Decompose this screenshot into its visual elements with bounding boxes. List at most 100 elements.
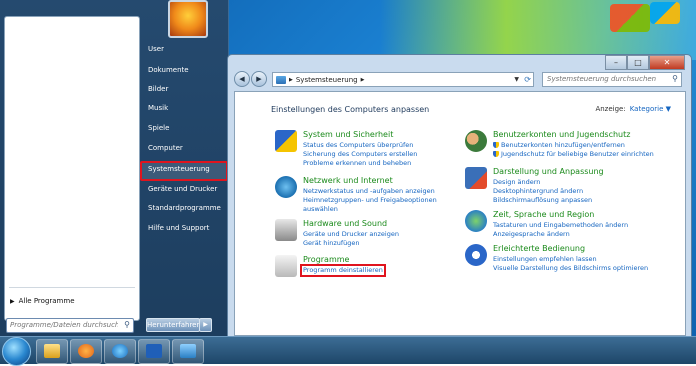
category-link[interactable]: Anzeigesprache ändern: [493, 230, 628, 239]
start-item-music[interactable]: Musik: [148, 104, 168, 112]
start-search-box[interactable]: ⚲: [6, 318, 134, 333]
close-button[interactable]: ✕: [649, 55, 685, 70]
media-player-icon: [78, 344, 94, 358]
control-panel-content: Einstellungen des Computers anpassen Anz…: [234, 91, 686, 336]
category-appearance: Darstellung und Anpassung Design ändern …: [465, 167, 604, 205]
category-title[interactable]: System und Sicherheit: [303, 130, 417, 139]
uninstall-program-wrap: Programm deinstallieren: [300, 264, 386, 277]
minimize-button[interactable]: –: [605, 55, 627, 70]
windows-flag-logo: [650, 2, 680, 24]
internet-explorer-icon: [112, 344, 128, 358]
category-link[interactable]: Probleme erkennen und beheben: [303, 159, 417, 168]
category-network-internet: Netzwerk und Internet Netzwerkstatus und…: [275, 176, 437, 214]
breadcrumb[interactable]: Systemsteuerung: [296, 76, 358, 84]
forward-button[interactable]: ▶: [251, 71, 267, 87]
control-panel-icon: [180, 344, 196, 358]
start-item-pictures[interactable]: Bilder: [148, 85, 168, 93]
category-title[interactable]: Netzwerk und Internet: [303, 176, 437, 185]
users-icon: [465, 130, 487, 152]
category-link[interactable]: Benutzerkonten hinzufügen/entfernen: [493, 141, 654, 150]
taskbar-word[interactable]: [138, 339, 170, 364]
window-search-input[interactable]: [543, 73, 667, 85]
category-link[interactable]: Einstellungen empfehlen lassen: [493, 255, 648, 264]
start-item-documents[interactable]: Dokumente: [148, 66, 189, 74]
view-by: Anzeige: Kategorie ▼: [595, 105, 671, 113]
window-search-box[interactable]: ⚲: [542, 72, 682, 87]
view-label: Anzeige:: [595, 105, 626, 113]
window-controls: – □ ✕: [605, 55, 685, 70]
uac-shield-icon: [493, 142, 499, 148]
word-icon: [146, 344, 162, 358]
start-item-control-panel[interactable]: Systemsteuerung: [148, 165, 210, 173]
category-title[interactable]: Zeit, Sprache und Region: [493, 210, 628, 219]
category-link[interactable]: Visuelle Darstellung des Bildschirms opt…: [493, 264, 648, 273]
arrow-right-icon: ▶: [10, 298, 15, 305]
category-link-label: Benutzerkonten hinzufügen/entfernen: [501, 141, 625, 149]
category-title[interactable]: Darstellung und Anpassung: [493, 167, 604, 176]
view-dropdown[interactable]: Kategorie ▼: [630, 105, 671, 113]
category-link[interactable]: Gerät hinzufügen: [303, 239, 399, 248]
uac-shield-icon: [493, 151, 499, 157]
category-link[interactable]: Heimnetzgruppen- und Freigabeoptionen: [303, 196, 437, 205]
uninstall-highlight: [300, 264, 386, 277]
category-title[interactable]: Erleichterte Bedienung: [493, 244, 648, 253]
category-link[interactable]: Desktophintergrund ändern: [493, 187, 604, 196]
all-programs-label: Alle Programme: [18, 297, 75, 305]
taskbar-explorer[interactable]: [36, 339, 68, 364]
taskbar-media-player[interactable]: [70, 339, 102, 364]
user-avatar[interactable]: [168, 0, 208, 38]
category-link[interactable]: Geräte und Drucker anzeigen: [303, 230, 399, 239]
taskbar-ie[interactable]: [104, 339, 136, 364]
shutdown-button[interactable]: Herunterfahren: [146, 318, 201, 332]
category-link[interactable]: Status des Computers überprüfen: [303, 141, 417, 150]
category-title[interactable]: Benutzerkonten und Jugendschutz: [493, 130, 654, 139]
start-item-user[interactable]: User: [148, 45, 164, 53]
search-icon[interactable]: ⚲: [124, 320, 130, 329]
programs-icon: [275, 255, 297, 277]
category-user-accounts: Benutzerkonten und Jugendschutz Benutzer…: [465, 130, 654, 159]
back-button[interactable]: ◀: [234, 71, 250, 87]
category-programs: Programme Programm deinstallieren: [275, 255, 386, 277]
category-link[interactable]: Sicherung des Computers erstellen: [303, 150, 417, 159]
globe-network-icon: [275, 176, 297, 198]
start-item-help-support[interactable]: Hilfe und Support: [148, 224, 209, 232]
taskbar-control-panel[interactable]: [172, 339, 204, 364]
category-link[interactable]: auswählen: [303, 205, 437, 214]
category-link[interactable]: Tastaturen und Eingabemethoden ändern: [493, 221, 628, 230]
start-menu: ▶Alle Programme ⚲ User Dokumente Bilder …: [0, 0, 229, 336]
category-hardware-sound: Hardware und Sound Geräte und Drucker an…: [275, 219, 399, 248]
category-clock-region: Zeit, Sprache und Region Tastaturen und …: [465, 210, 628, 239]
nav-buttons: ◀ ▶: [234, 71, 268, 87]
category-system-security: System und Sicherheit Status des Compute…: [275, 130, 417, 168]
start-programs-pane: [4, 16, 140, 321]
start-item-computer[interactable]: Computer: [148, 144, 183, 152]
chevron-down-icon[interactable]: ▼: [514, 73, 519, 86]
refresh-icon[interactable]: ⟳: [524, 73, 531, 86]
category-link[interactable]: Design ändern: [493, 178, 604, 187]
category-link[interactable]: Netzwerkstatus und -aufgaben anzeigen: [303, 187, 437, 196]
start-search-input[interactable]: [7, 319, 118, 331]
address-bar[interactable]: ▶ Systemsteuerung ▶ ▼ ⟳: [272, 72, 534, 87]
start-button[interactable]: [2, 337, 31, 366]
printer-icon: [275, 219, 297, 241]
shutdown-options-button[interactable]: ▶: [199, 318, 212, 332]
start-item-default-programs[interactable]: Standardprogramme: [148, 204, 221, 212]
category-title[interactable]: Hardware und Sound: [303, 219, 399, 228]
category-link[interactable]: Bildschirmauflösung anpassen: [493, 196, 604, 205]
start-item-devices-printers[interactable]: Geräte und Drucker: [148, 185, 217, 193]
ease-of-access-icon: [465, 244, 487, 266]
breadcrumb-sep-icon: ▶: [289, 76, 293, 83]
monitor-paint-icon: [465, 167, 487, 189]
control-panel-icon: [276, 75, 286, 84]
maximize-button[interactable]: □: [627, 55, 649, 70]
taskbar: [0, 336, 696, 366]
category-link-label: Jugendschutz für beliebige Benutzer einr…: [501, 150, 654, 158]
category-title[interactable]: Programme: [303, 255, 383, 264]
all-programs-button[interactable]: ▶ Alle Programme: [10, 297, 75, 305]
page-title: Einstellungen des Computers anpassen: [271, 105, 430, 114]
search-icon[interactable]: ⚲: [672, 74, 678, 83]
start-item-games[interactable]: Spiele: [148, 124, 169, 132]
category-link[interactable]: Jugendschutz für beliebige Benutzer einr…: [493, 150, 654, 159]
windows-flag-logo: [610, 4, 650, 32]
shield-icon: [275, 130, 297, 152]
